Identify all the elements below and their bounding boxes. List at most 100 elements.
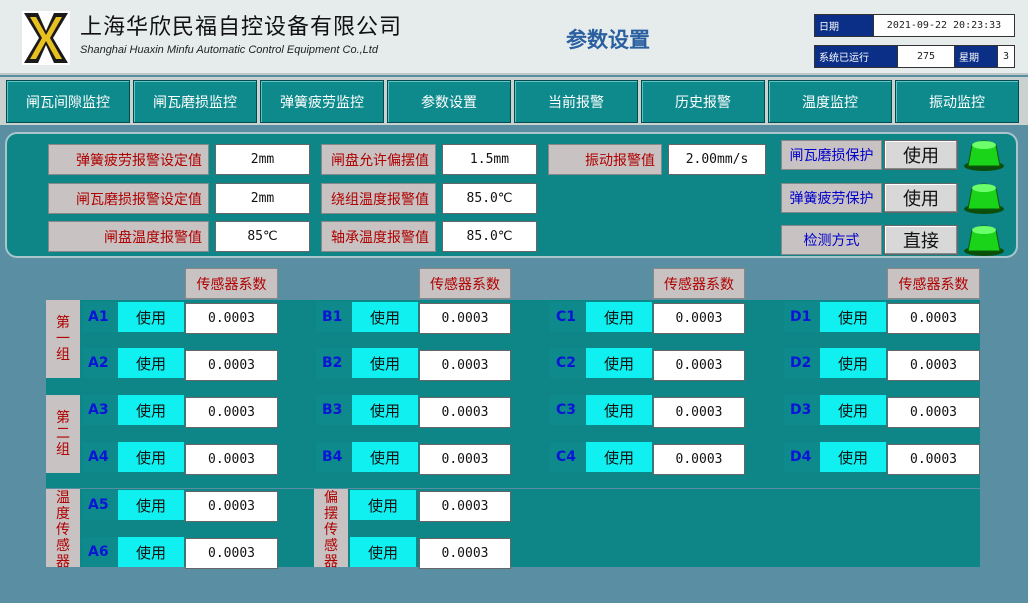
channel-use-button[interactable]: 使用	[118, 302, 184, 332]
detect-mode-label: 检测方式	[781, 225, 882, 255]
shoe-protect-button[interactable]: 使用	[884, 140, 958, 170]
disc-temp-alarm-label: 闸盘温度报警值	[48, 221, 209, 252]
channel-use-button[interactable]: 使用	[118, 395, 184, 425]
shoe-wear-alarm-input[interactable]: 2mm	[215, 183, 310, 214]
spring-protect-label: 弹簧疲劳保护	[781, 183, 882, 213]
spring-alarm-label: 弹簧疲劳报警设定值	[48, 144, 209, 175]
channel-coef-input[interactable]: 0.0003	[185, 397, 278, 428]
channel-use-button[interactable]: 使用	[352, 395, 418, 425]
nav-history-alarm[interactable]: 历史报警	[641, 80, 765, 123]
channel-coef-input[interactable]: 0.0003	[887, 444, 980, 475]
channel-label: D1	[784, 302, 822, 332]
channel-use-button[interactable]: 使用	[586, 395, 652, 425]
spring-alarm-input[interactable]: 2mm	[215, 144, 310, 175]
datetime-display: 2021-09-22 20:23:33	[873, 14, 1015, 37]
date-label: 日期	[814, 14, 874, 37]
channel-use-button[interactable]: 使用	[820, 442, 886, 472]
company-logo-icon	[22, 11, 70, 65]
channel-use-button[interactable]: 使用	[586, 348, 652, 378]
nav-temperature[interactable]: 温度监控	[768, 80, 892, 123]
channel-label: B3	[316, 395, 354, 425]
swing-use-button[interactable]: 使用	[350, 537, 416, 567]
nav-current-alarm[interactable]: 当前报警	[514, 80, 638, 123]
spring-protect-button[interactable]: 使用	[884, 183, 958, 213]
channel-coef-input[interactable]: 0.0003	[185, 444, 278, 475]
temp-use-button[interactable]: 使用	[118, 490, 184, 520]
coef-header-1: 传感器系数	[185, 268, 278, 299]
winding-temp-label: 绕组温度报警值	[321, 183, 436, 214]
shoe-protect-label: 闸瓦磨损保护	[781, 140, 882, 170]
week-value: 3	[997, 45, 1015, 68]
disc-temp-alarm-input[interactable]: 85℃	[215, 221, 310, 252]
channel-coef-input[interactable]: 0.0003	[653, 444, 745, 475]
runtime-label: 系统已运行	[814, 45, 898, 68]
channel-coef-input[interactable]: 0.0003	[653, 350, 745, 381]
company-name-cn: 上海华欣民福自控设备有限公司	[80, 15, 403, 40]
swing-coef-input[interactable]: 0.0003	[419, 491, 511, 522]
channel-coef-input[interactable]: 0.0003	[185, 303, 278, 334]
bearing-temp-input[interactable]: 85.0℃	[442, 221, 537, 252]
channel-coef-input[interactable]: 0.0003	[887, 397, 980, 428]
detect-mode-lamp-icon	[964, 225, 1004, 256]
channel-use-button[interactable]: 使用	[352, 442, 418, 472]
runtime-value: 275	[897, 45, 955, 68]
spring-protect-lamp-icon	[964, 183, 1004, 214]
header: 上海华欣民福自控设备有限公司 Shanghai Huaxin Minfu Aut…	[0, 0, 1028, 75]
swing-sensor-label: 偏摆传感器	[324, 490, 338, 570]
company-name-en: Shanghai Huaxin Minfu Automatic Control …	[80, 44, 378, 56]
channel-coef-input[interactable]: 0.0003	[887, 303, 980, 334]
nav-shoe-gap[interactable]: 闸瓦间隙监控	[6, 80, 130, 123]
coef-header-3: 传感器系数	[653, 268, 745, 299]
detect-mode-button[interactable]: 直接	[884, 225, 958, 255]
temp-sensor-label: 温度传感器	[56, 490, 70, 570]
channel-coef-input[interactable]: 0.0003	[653, 303, 745, 334]
channel-coef-input[interactable]: 0.0003	[419, 350, 511, 381]
disc-swing-label: 闸盘允许偏摆值	[321, 144, 436, 175]
channel-label: D4	[784, 442, 822, 472]
nav-bar: 闸瓦间隙监控 闸瓦磨损监控 弹簧疲劳监控 参数设置 当前报警 历史报警 温度监控…	[0, 77, 1028, 125]
swing-coef-input[interactable]: 0.0003	[419, 538, 511, 569]
channel-label: D2	[784, 348, 822, 378]
channel-label: C2	[550, 348, 588, 378]
winding-temp-input[interactable]: 85.0℃	[442, 183, 537, 214]
temp-channel-label: A6	[82, 537, 120, 567]
group2-label: 第二组	[56, 410, 70, 458]
channel-use-button[interactable]: 使用	[586, 442, 652, 472]
channel-coef-input[interactable]: 0.0003	[419, 444, 511, 475]
channel-use-button[interactable]: 使用	[352, 348, 418, 378]
channel-coef-input[interactable]: 0.0003	[419, 303, 511, 334]
nav-param-settings[interactable]: 参数设置	[387, 80, 511, 123]
temp-coef-input[interactable]: 0.0003	[185, 491, 278, 522]
channel-label: C3	[550, 395, 588, 425]
channel-coef-input[interactable]: 0.0003	[185, 350, 278, 381]
channel-use-button[interactable]: 使用	[820, 302, 886, 332]
channel-label: B1	[316, 302, 354, 332]
nav-spring-fatigue[interactable]: 弹簧疲劳监控	[260, 80, 384, 123]
channel-use-button[interactable]: 使用	[352, 302, 418, 332]
vibration-alarm-input[interactable]: 2.00mm/s	[668, 144, 766, 175]
channel-use-button[interactable]: 使用	[820, 348, 886, 378]
group1-label: 第一组	[56, 315, 70, 363]
channel-label: C4	[550, 442, 588, 472]
channel-use-button[interactable]: 使用	[820, 395, 886, 425]
channel-use-button[interactable]: 使用	[118, 442, 184, 472]
channel-label: A2	[82, 348, 120, 378]
channel-label: B2	[316, 348, 354, 378]
temp-coef-input[interactable]: 0.0003	[185, 538, 278, 569]
vibration-alarm-label: 振动报警值	[548, 144, 662, 175]
nav-shoe-wear[interactable]: 闸瓦磨损监控	[133, 80, 257, 123]
swing-use-button[interactable]: 使用	[350, 490, 416, 520]
week-label: 星期	[954, 45, 998, 68]
temp-use-button[interactable]: 使用	[118, 537, 184, 567]
channel-coef-input[interactable]: 0.0003	[419, 397, 511, 428]
disc-swing-input[interactable]: 1.5mm	[442, 144, 537, 175]
channel-use-button[interactable]: 使用	[586, 302, 652, 332]
coef-header-2: 传感器系数	[419, 268, 511, 299]
channel-label: D3	[784, 395, 822, 425]
channel-coef-input[interactable]: 0.0003	[653, 397, 745, 428]
channel-label: A3	[82, 395, 120, 425]
channel-label: A1	[82, 302, 120, 332]
nav-vibration[interactable]: 振动监控	[895, 80, 1019, 123]
channel-coef-input[interactable]: 0.0003	[887, 350, 980, 381]
channel-use-button[interactable]: 使用	[118, 348, 184, 378]
